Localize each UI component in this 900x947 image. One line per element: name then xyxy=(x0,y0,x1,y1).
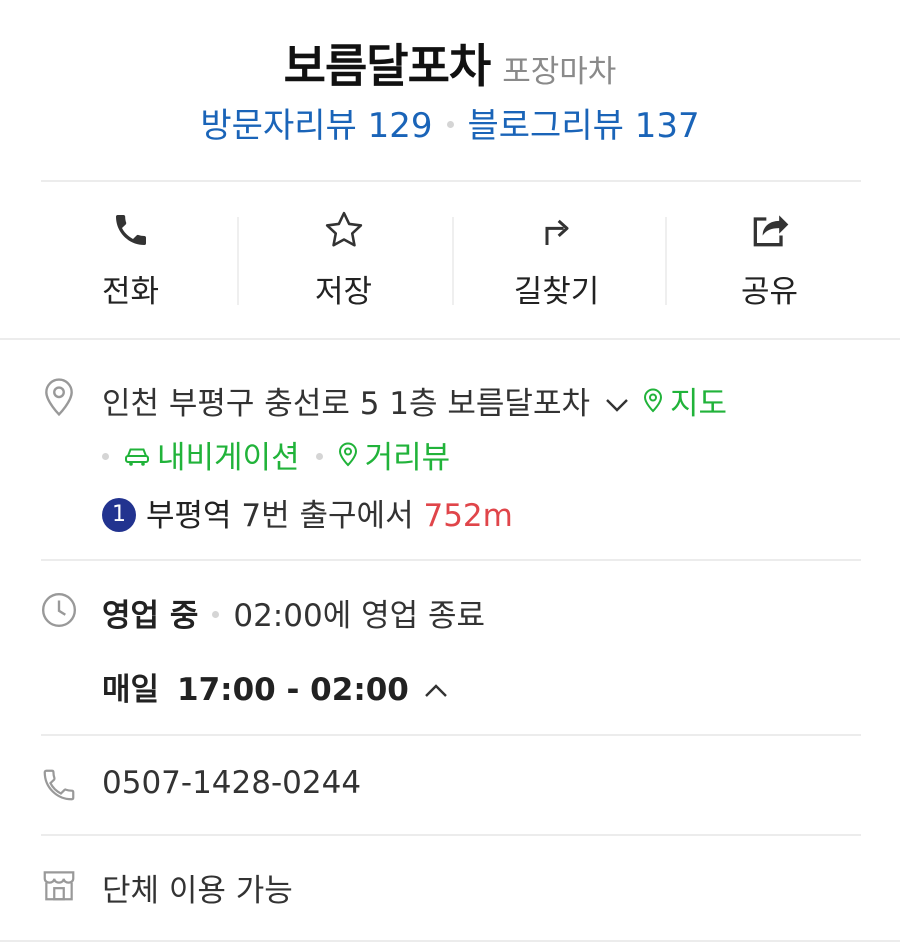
chevron-down-icon[interactable] xyxy=(604,385,630,421)
share-label: 공유 xyxy=(740,274,799,310)
action-bar: 전화 저장 길찾기 공유 xyxy=(24,183,876,337)
street-view-link-label: 거리뷰 xyxy=(364,440,451,476)
map-link-label: 지도 xyxy=(670,386,728,422)
subway-station: 부평역 xyxy=(146,498,232,534)
subway-line-badge: 1 xyxy=(102,498,136,532)
navigation-link[interactable]: 내비게이션 xyxy=(123,440,300,476)
separator-dot xyxy=(212,611,220,618)
divider xyxy=(0,940,900,942)
divider xyxy=(41,559,861,561)
action-separator xyxy=(452,217,454,305)
directions-button[interactable]: 길찾기 xyxy=(450,183,663,337)
divider xyxy=(41,834,861,836)
call-button[interactable]: 전화 xyxy=(24,183,237,337)
save-button[interactable]: 저장 xyxy=(237,183,450,337)
hours-time-range: 17:00 - 02:00 xyxy=(177,672,409,708)
subway-row: 1 부평역 7번 출구에서 752m xyxy=(102,490,513,537)
car-icon xyxy=(123,439,151,475)
directions-label: 길찾기 xyxy=(513,274,600,310)
title-row: 보름달포차 포장마차 xyxy=(0,30,900,96)
place-header: 보름달포차 포장마차 방문자리뷰 129 블로그리뷰 137 xyxy=(0,0,900,181)
place-name: 보름달포차 xyxy=(283,39,492,93)
divider xyxy=(0,338,900,340)
share-button[interactable]: 공유 xyxy=(663,183,876,337)
separator-dot xyxy=(315,453,323,460)
store-icon xyxy=(38,864,80,906)
star-icon xyxy=(322,208,366,252)
visitor-review-link[interactable]: 방문자리뷰 129 xyxy=(200,106,432,146)
address-row: 인천 부평구 충선로 5 1층 보름달포차 지도 xyxy=(102,378,727,427)
divider xyxy=(41,180,861,182)
share-icon xyxy=(748,208,792,252)
divider xyxy=(41,734,861,736)
map-link[interactable]: 지도 xyxy=(642,386,727,422)
call-label: 전화 xyxy=(101,274,160,310)
hours-status-row: 영업 중 02:00에 영업 종료 xyxy=(102,590,485,635)
address-text: 인천 부평구 충선로 5 1층 보름달포차 xyxy=(102,386,590,422)
directions-icon xyxy=(535,208,579,252)
hours-detail-row[interactable]: 매일 17:00 - 02:00 xyxy=(102,664,461,713)
subway-exit: 7번 출구에서 xyxy=(241,498,414,534)
street-view-link[interactable]: 거리뷰 xyxy=(337,439,451,476)
address-links-row: 내비게이션 거리뷰 xyxy=(102,432,450,480)
separator-dot xyxy=(446,121,454,128)
review-links: 방문자리뷰 129 블로그리뷰 137 xyxy=(0,98,900,147)
phone-icon xyxy=(109,208,153,252)
street-view-pin-icon xyxy=(337,439,359,475)
navigation-link-label: 내비게이션 xyxy=(157,440,300,476)
phone-number[interactable]: 0507-1428-0244 xyxy=(102,765,361,801)
location-pin-icon xyxy=(38,376,80,418)
separator-dot xyxy=(102,453,109,460)
hours-days: 매일 xyxy=(102,672,160,708)
chevron-up-icon[interactable] xyxy=(423,671,449,707)
blog-review-link[interactable]: 블로그리뷰 137 xyxy=(468,106,700,146)
place-category: 포장마차 xyxy=(502,54,617,90)
business-status: 영업 중 xyxy=(102,598,199,634)
closing-note: 02:00에 영업 종료 xyxy=(233,598,486,634)
action-separator xyxy=(237,217,239,305)
save-label: 저장 xyxy=(314,274,373,310)
map-pin-icon xyxy=(642,385,664,421)
phone-outline-icon xyxy=(38,764,80,806)
subway-distance: 752m xyxy=(423,498,513,534)
facility-info: 단체 이용 가능 xyxy=(102,873,293,909)
action-separator xyxy=(665,217,667,305)
clock-icon xyxy=(38,589,80,631)
